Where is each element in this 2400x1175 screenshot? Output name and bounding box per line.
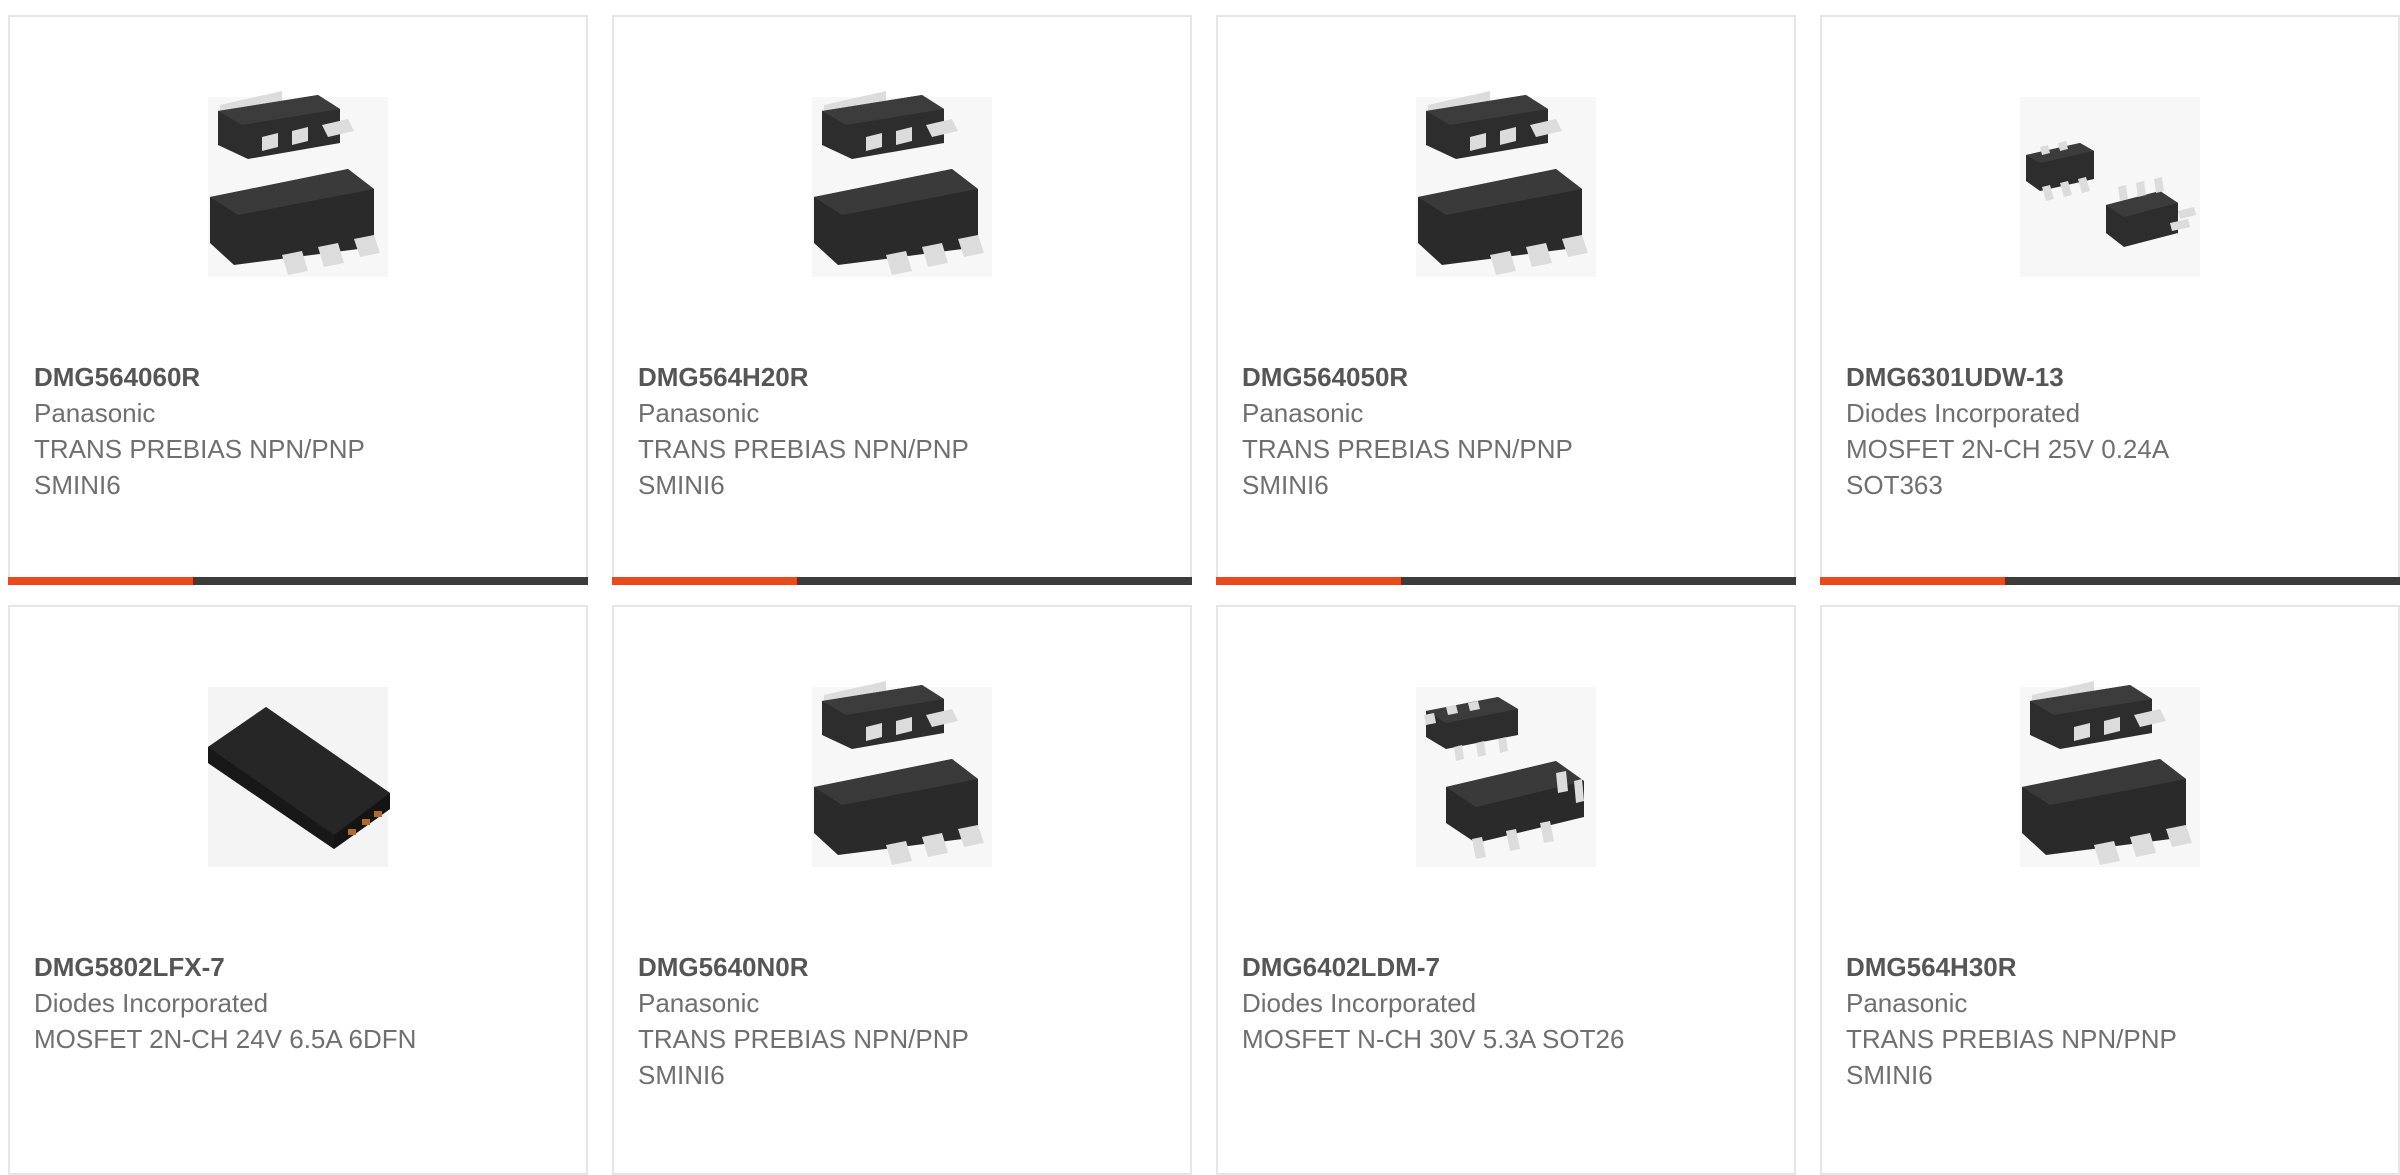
sot-smini6-package-icon bbox=[2020, 681, 2200, 867]
product-image[interactable] bbox=[614, 667, 1190, 887]
dfn-package-icon bbox=[208, 687, 390, 867]
manufacturer: Diodes Incorporated bbox=[34, 988, 269, 1018]
product-info: DMG564H30R Panasonic TRANS PREBIAS NPN/P… bbox=[1846, 949, 2374, 1093]
product-image[interactable] bbox=[10, 667, 586, 887]
part-number[interactable]: DMG564060R bbox=[34, 359, 562, 395]
card-bottom-bar bbox=[1216, 577, 1796, 585]
product-card[interactable]: DMG5802LFX-7 Diodes Incorporated MOSFET … bbox=[8, 605, 588, 1175]
product-card[interactable]: DMG5640N0R Panasonic TRANS PREBIAS NPN/P… bbox=[612, 605, 1192, 1175]
manufacturer: Panasonic bbox=[1846, 988, 1968, 1018]
manufacturer: Panasonic bbox=[34, 398, 156, 428]
card-accent bbox=[612, 577, 797, 585]
part-number[interactable]: DMG564H20R bbox=[638, 359, 1166, 395]
description: TRANS PREBIAS NPN/PNP SMINI6 bbox=[34, 434, 365, 500]
description: MOSFET 2N-CH 24V 6.5A 6DFN bbox=[34, 1024, 417, 1054]
manufacturer: Diodes Incorporated bbox=[1242, 988, 1477, 1018]
product-image[interactable] bbox=[10, 77, 586, 297]
product-card[interactable]: DMG6402LDM-7 Diodes Incorporated MOSFET … bbox=[1216, 605, 1796, 1175]
sot-smini6-package-icon bbox=[208, 91, 388, 277]
card-accent bbox=[1216, 577, 1401, 585]
part-number[interactable]: DMG6301UDW-13 bbox=[1846, 359, 2374, 395]
sot363-package-icon bbox=[2020, 97, 2200, 277]
product-info: DMG564060R Panasonic TRANS PREBIAS NPN/P… bbox=[34, 359, 562, 503]
product-image[interactable] bbox=[1218, 77, 1794, 297]
sot-smini6-package-icon bbox=[812, 681, 992, 867]
manufacturer: Panasonic bbox=[638, 398, 760, 428]
manufacturer: Diodes Incorporated bbox=[1846, 398, 2081, 428]
part-number[interactable]: DMG564H30R bbox=[1846, 949, 2374, 985]
product-image[interactable] bbox=[1822, 77, 2398, 297]
sot26-package-icon bbox=[1416, 687, 1596, 867]
sot-smini6-package-icon bbox=[1416, 91, 1596, 277]
product-image[interactable] bbox=[1822, 667, 2398, 887]
part-number[interactable]: DMG5640N0R bbox=[638, 949, 1166, 985]
product-card[interactable]: DMG564060R Panasonic TRANS PREBIAS NPN/P… bbox=[8, 15, 588, 585]
card-accent bbox=[8, 577, 193, 585]
product-info: DMG6402LDM-7 Diodes Incorporated MOSFET … bbox=[1242, 949, 1770, 1057]
card-bottom-bar bbox=[8, 577, 588, 585]
product-info: DMG5802LFX-7 Diodes Incorporated MOSFET … bbox=[34, 949, 562, 1057]
description: TRANS PREBIAS NPN/PNP SMINI6 bbox=[638, 434, 969, 500]
description: MOSFET 2N-CH 25V 0.24A SOT363 bbox=[1846, 434, 2168, 500]
product-card[interactable]: DMG564H20R Panasonic TRANS PREBIAS NPN/P… bbox=[612, 15, 1192, 585]
manufacturer: Panasonic bbox=[638, 988, 760, 1018]
product-image[interactable] bbox=[614, 77, 1190, 297]
card-accent bbox=[1820, 577, 2005, 585]
product-info: DMG6301UDW-13 Diodes Incorporated MOSFET… bbox=[1846, 359, 2374, 503]
product-card[interactable]: DMG564H30R Panasonic TRANS PREBIAS NPN/P… bbox=[1820, 605, 2400, 1175]
product-grid: DMG564060R Panasonic TRANS PREBIAS NPN/P… bbox=[8, 15, 2400, 1175]
description: TRANS PREBIAS NPN/PNP SMINI6 bbox=[1846, 1024, 2177, 1090]
sot-smini6-package-icon bbox=[812, 91, 992, 277]
product-card[interactable]: DMG6301UDW-13 Diodes Incorporated MOSFET… bbox=[1820, 15, 2400, 585]
description: TRANS PREBIAS NPN/PNP SMINI6 bbox=[1242, 434, 1573, 500]
product-image[interactable] bbox=[1218, 667, 1794, 887]
description: MOSFET N-CH 30V 5.3A SOT26 bbox=[1242, 1024, 1625, 1054]
part-number[interactable]: DMG6402LDM-7 bbox=[1242, 949, 1770, 985]
part-number[interactable]: DMG5802LFX-7 bbox=[34, 949, 562, 985]
product-info: DMG564050R Panasonic TRANS PREBIAS NPN/P… bbox=[1242, 359, 1770, 503]
part-number[interactable]: DMG564050R bbox=[1242, 359, 1770, 395]
manufacturer: Panasonic bbox=[1242, 398, 1364, 428]
card-bottom-bar bbox=[612, 577, 1192, 585]
product-info: DMG564H20R Panasonic TRANS PREBIAS NPN/P… bbox=[638, 359, 1166, 503]
product-card[interactable]: DMG564050R Panasonic TRANS PREBIAS NPN/P… bbox=[1216, 15, 1796, 585]
product-info: DMG5640N0R Panasonic TRANS PREBIAS NPN/P… bbox=[638, 949, 1166, 1093]
card-bottom-bar bbox=[1820, 577, 2400, 585]
description: TRANS PREBIAS NPN/PNP SMINI6 bbox=[638, 1024, 969, 1090]
